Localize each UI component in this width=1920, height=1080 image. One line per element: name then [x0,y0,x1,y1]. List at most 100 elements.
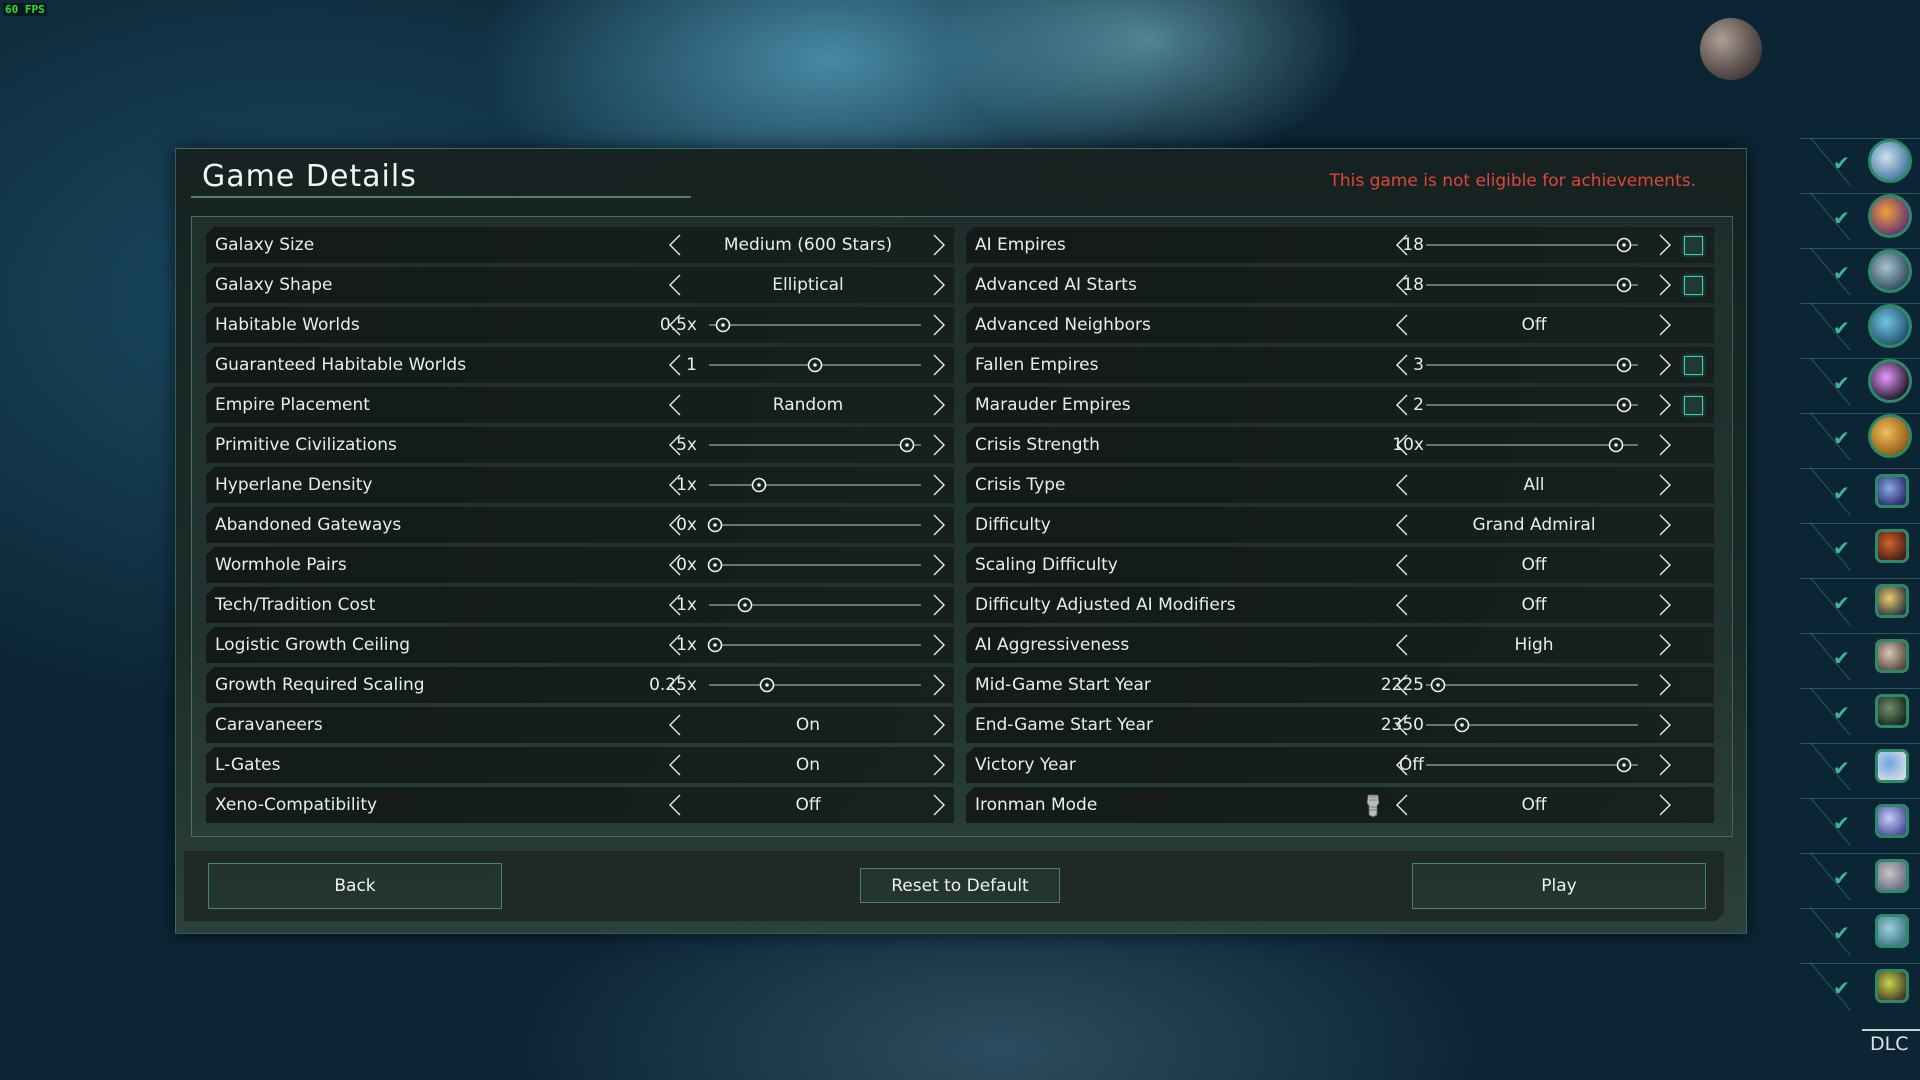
reset-to-default-button[interactable]: Reset to Default [860,868,1060,903]
slider-handle[interactable] [1430,677,1446,693]
chevron-left-icon[interactable] [1394,593,1410,617]
slider-handle[interactable] [1616,757,1632,773]
slider-handle[interactable] [759,677,775,693]
slider-track[interactable] [1426,284,1638,286]
chevron-right-icon[interactable] [931,673,947,697]
chevron-right-icon[interactable] [931,633,947,657]
chevron-right-icon[interactable] [1657,313,1673,337]
chevron-right-icon[interactable] [1657,593,1673,617]
overlord-dlc-icon[interactable] [1868,414,1912,458]
slider-track[interactable] [709,444,921,446]
chevron-right-icon[interactable] [931,473,947,497]
chevron-left-icon[interactable] [667,393,683,417]
slider-track[interactable] [709,524,921,526]
chevron-right-icon[interactable] [931,433,947,457]
slider-handle[interactable] [807,357,823,373]
distant-stars-dlc-icon[interactable] [1868,359,1912,403]
slider-handle[interactable] [1616,397,1632,413]
federations-dlc-icon[interactable] [1868,249,1912,293]
chevron-right-icon[interactable] [1657,793,1673,817]
reptilian-species-icon[interactable] [1875,969,1909,1003]
apocalypse-dlc-icon[interactable] [1868,194,1912,238]
chevron-left-icon[interactable] [1394,393,1410,417]
plantoids-species-icon[interactable] [1875,639,1909,673]
chevron-right-icon[interactable] [931,353,947,377]
chevron-left-icon[interactable] [1394,513,1410,537]
humanoids-species-icon[interactable] [1875,474,1909,508]
slider-handle[interactable] [707,517,723,533]
slider-handle[interactable] [1616,277,1632,293]
slider-handle[interactable] [1454,717,1470,733]
chevron-right-icon[interactable] [1657,513,1673,537]
lock-checkbox[interactable] [1684,396,1703,415]
slider-handle[interactable] [1616,357,1632,373]
chevron-left-icon[interactable] [1394,793,1410,817]
chevron-right-icon[interactable] [1657,713,1673,737]
slider-track[interactable] [709,324,921,326]
slider-track[interactable] [1426,244,1638,246]
chevron-left-icon[interactable] [667,233,683,257]
back-button[interactable]: Back [208,863,502,909]
chevron-right-icon[interactable] [1657,553,1673,577]
slider-track[interactable] [1426,444,1638,446]
chevron-right-icon[interactable] [931,753,947,777]
chevron-left-icon[interactable] [667,793,683,817]
lock-checkbox[interactable] [1684,356,1703,375]
arthropoid-species-icon[interactable] [1875,859,1909,893]
slider-track[interactable] [1426,764,1638,766]
slider-handle[interactable] [899,437,915,453]
chevron-right-icon[interactable] [1657,393,1673,417]
slider-track[interactable] [709,484,921,486]
slider-track[interactable] [709,564,921,566]
chevron-right-icon[interactable] [1657,753,1673,777]
slider-track[interactable] [1426,364,1638,366]
chevron-right-icon[interactable] [931,593,947,617]
chevron-left-icon[interactable] [667,713,683,737]
lithoids-species-icon[interactable] [1875,529,1909,563]
slider-track[interactable] [709,644,921,646]
chevron-right-icon[interactable] [931,793,947,817]
chevron-left-icon[interactable] [667,273,683,297]
necroids-species-icon[interactable] [1875,584,1909,618]
chevron-right-icon[interactable] [931,273,947,297]
chevron-right-icon[interactable] [931,313,947,337]
chevron-right-icon[interactable] [931,233,947,257]
lock-checkbox[interactable] [1684,276,1703,295]
chevron-right-icon[interactable] [931,713,947,737]
slider-handle[interactable] [707,557,723,573]
slider-handle[interactable] [715,317,731,333]
chevron-left-icon[interactable] [667,753,683,777]
aquatics-species-icon[interactable] [1875,694,1909,728]
chevron-right-icon[interactable] [1657,353,1673,377]
chevron-left-icon[interactable] [667,353,683,377]
chevron-left-icon[interactable] [1394,313,1410,337]
play-button[interactable]: Play [1412,863,1706,909]
mammalian-species-icon[interactable] [1875,914,1909,948]
chevron-right-icon[interactable] [1657,433,1673,457]
chevron-right-icon[interactable] [1657,673,1673,697]
storm-dlc-icon[interactable] [1868,139,1912,183]
megacorp-dlc-icon[interactable] [1868,304,1912,348]
slider-handle[interactable] [1608,437,1624,453]
slider-track[interactable] [1426,404,1638,406]
chevron-left-icon[interactable] [1394,473,1410,497]
lock-checkbox[interactable] [1684,236,1703,255]
chevron-right-icon[interactable] [931,553,947,577]
slider-track[interactable] [1426,684,1638,686]
chevron-right-icon[interactable] [931,513,947,537]
toxoids-species-icon[interactable] [1875,749,1909,783]
slider-handle[interactable] [751,477,767,493]
crystal-species-icon[interactable] [1875,804,1909,838]
chevron-right-icon[interactable] [1657,473,1673,497]
chevron-left-icon[interactable] [1394,633,1410,657]
slider-track[interactable] [709,684,921,686]
slider-handle[interactable] [1616,237,1632,253]
slider-handle[interactable] [707,637,723,653]
slider-handle[interactable] [737,597,753,613]
chevron-right-icon[interactable] [931,393,947,417]
chevron-left-icon[interactable] [1394,353,1410,377]
chevron-right-icon[interactable] [1657,633,1673,657]
chevron-right-icon[interactable] [1657,233,1673,257]
chevron-left-icon[interactable] [1394,553,1410,577]
chevron-right-icon[interactable] [1657,273,1673,297]
